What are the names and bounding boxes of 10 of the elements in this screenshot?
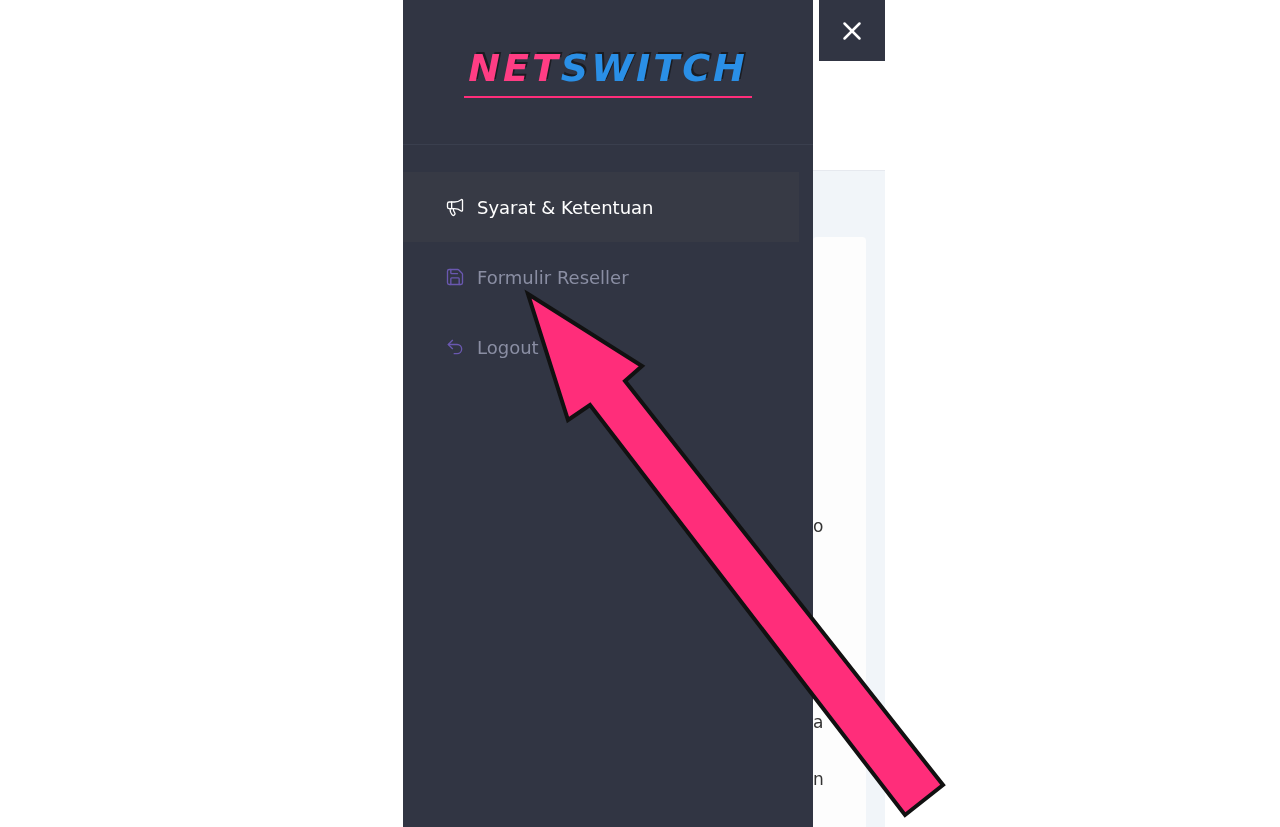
menu-item[interactable]: Syarat & Ketentuan	[403, 172, 799, 242]
return-arrow-icon	[445, 337, 465, 357]
logo: NETSWITCH	[464, 46, 752, 98]
menu-item[interactable]: Logout	[403, 312, 799, 382]
menu-item[interactable]: Formulir Reseller	[403, 242, 799, 312]
close-button[interactable]	[819, 0, 885, 61]
text-fragment: n	[813, 769, 824, 789]
text-fragment: a	[813, 712, 824, 732]
text-fragment: o	[813, 516, 824, 536]
megaphone-icon	[445, 197, 465, 217]
